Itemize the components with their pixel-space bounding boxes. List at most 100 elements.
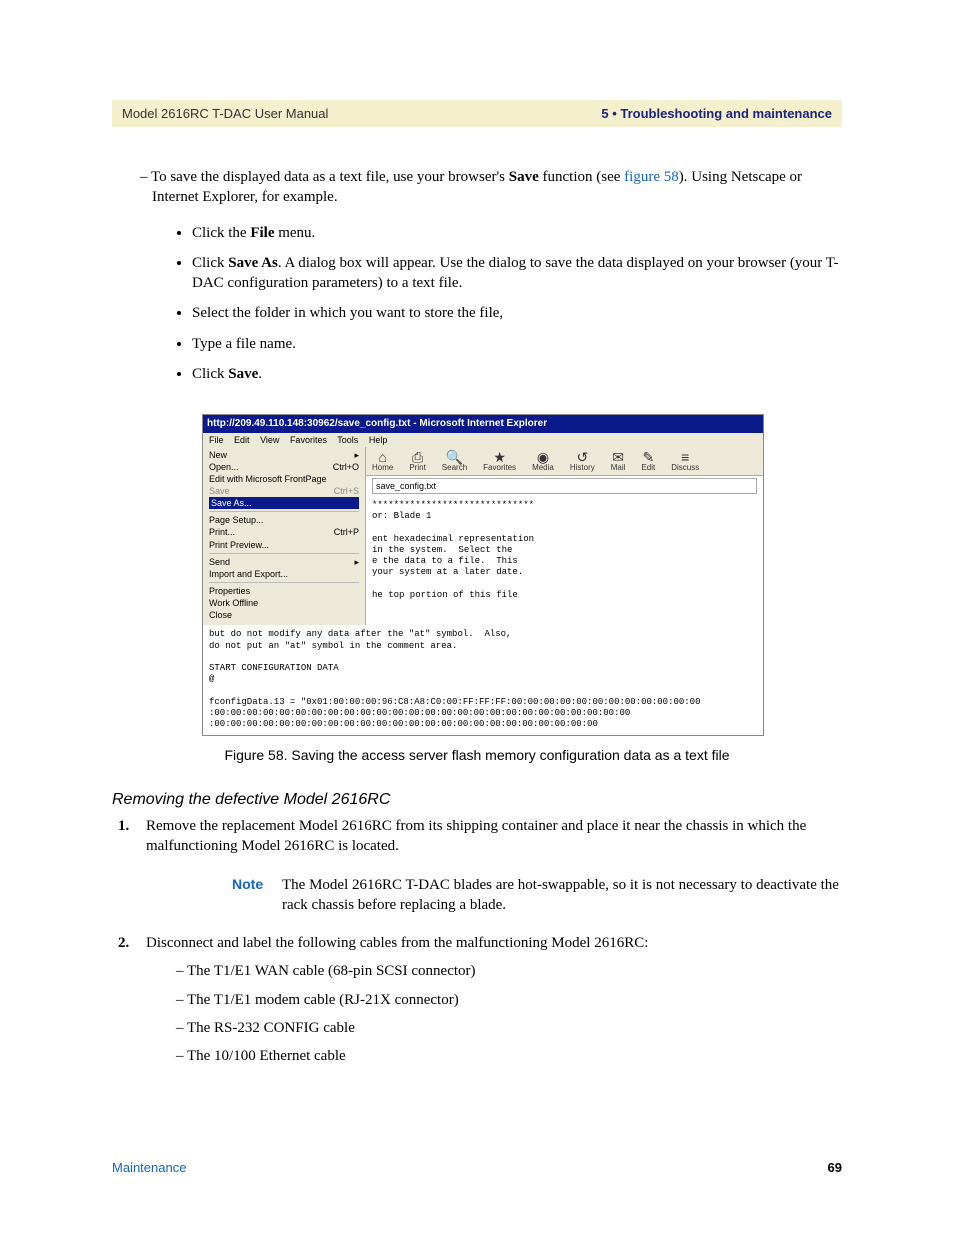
bold: File [250, 225, 274, 241]
chapter-title: 5 • Troubleshooting and maintenance [601, 106, 832, 121]
menu-item-print[interactable]: Print...Ctrl+P [209, 526, 359, 538]
text: . [258, 366, 262, 382]
label: Favorites [483, 463, 516, 472]
menu-view[interactable]: View [260, 435, 279, 445]
edit-icon: ✎ [641, 450, 655, 464]
menu-item-properties[interactable]: Properties [209, 585, 359, 597]
step-1: 1. Remove the replacement Model 2616RC f… [118, 816, 842, 857]
menu-item-save-as[interactable]: Save As... [209, 497, 359, 509]
menu-edit[interactable]: Edit [234, 435, 250, 445]
step-text: Remove the replacement Model 2616RC from… [146, 816, 842, 857]
window-title: http://209.49.110.148:30962/save_config.… [203, 415, 763, 433]
address-bar[interactable]: save_config.txt [372, 478, 757, 494]
step-text: Disconnect and label the following cable… [146, 933, 648, 953]
tool-history[interactable]: ↺History [570, 450, 595, 472]
menu-item-save[interactable]: SaveCtrl+S [209, 485, 359, 497]
numbered-list: 2. Disconnect and label the following ca… [118, 933, 842, 953]
text: function (see [539, 169, 624, 185]
mail-icon: ✉ [611, 450, 626, 464]
ie-window: http://209.49.110.148:30962/save_config.… [202, 414, 764, 736]
text: . A dialog box will appear. Use the dial… [192, 255, 839, 291]
label: Home [372, 463, 393, 472]
menu-item-edit-with[interactable]: Edit with Microsoft FrontPage [209, 473, 359, 485]
label: Mail [611, 463, 626, 472]
text: – To save the displayed data as a text f… [140, 169, 509, 185]
media-icon: ◉ [532, 450, 554, 464]
list-item: – The 10/100 Ethernet cable [176, 1046, 842, 1066]
discuss-icon: ≡ [671, 450, 699, 464]
menu-item-page-setup[interactable]: Page Setup... [209, 514, 359, 526]
step-number: 1. [118, 816, 146, 857]
file-menu-dropdown: New▸ Open...Ctrl+O Edit with Microsoft F… [203, 447, 366, 626]
list-item: – The T1/E1 WAN cable (68-pin SCSI conne… [176, 961, 842, 981]
tool-search[interactable]: 🔍Search [442, 450, 467, 472]
intro-paragraph: – To save the displayed data as a text f… [140, 167, 842, 208]
page-header: Model 2616RC T-DAC User Manual 5 • Troub… [112, 100, 842, 127]
page-footer: Maintenance 69 [112, 1160, 842, 1175]
ie-right-pane: ⌂Home ⎙Print 🔍Search ★Favorites ◉Media ↺… [366, 447, 763, 626]
print-icon: ⎙ [409, 450, 425, 464]
manual-title: Model 2616RC T-DAC User Manual [122, 106, 328, 121]
menu-favorites[interactable]: Favorites [290, 435, 327, 445]
toolbar: ⌂Home ⎙Print 🔍Search ★Favorites ◉Media ↺… [366, 447, 763, 476]
list-item: Type a file name. [192, 334, 842, 354]
search-icon: 🔍 [442, 450, 467, 464]
instruction-list: Click the File menu. Click Save As. A di… [192, 223, 842, 385]
note-text: The Model 2616RC T-DAC blades are hot-sw… [282, 875, 842, 916]
list-item: Click Save As. A dialog box will appear.… [192, 253, 842, 294]
document-text-partial: ****************************** or: Blade… [366, 496, 763, 605]
cable-list: – The T1/E1 WAN cable (68-pin SCSI conne… [176, 961, 842, 1066]
numbered-list: 1. Remove the replacement Model 2616RC f… [118, 816, 842, 857]
label: Discuss [671, 463, 699, 472]
label: Edit [641, 463, 655, 472]
menu-item-open[interactable]: Open...Ctrl+O [209, 461, 359, 473]
history-icon: ↺ [570, 450, 595, 464]
menu-item-import[interactable]: Import and Export... [209, 568, 359, 580]
menu-file[interactable]: File [209, 435, 224, 445]
list-item: – The T1/E1 modem cable (RJ-21X connecto… [176, 990, 842, 1010]
list-item: Click the File menu. [192, 223, 842, 243]
favorites-icon: ★ [483, 450, 516, 464]
subheading: Removing the defective Model 2616RC [112, 789, 842, 811]
menu-item-close[interactable]: Close [209, 609, 359, 621]
figure-link[interactable]: figure 58 [624, 169, 679, 185]
tool-home[interactable]: ⌂Home [372, 450, 393, 472]
body-content: – To save the displayed data as a text f… [112, 167, 842, 1066]
menu-item-print-preview[interactable]: Print Preview... [209, 539, 359, 551]
home-icon: ⌂ [372, 450, 393, 464]
menu-item-work-offline[interactable]: Work Offline [209, 597, 359, 609]
label: Search [442, 463, 467, 472]
step-2: 2. Disconnect and label the following ca… [118, 933, 842, 953]
figure-caption: Figure 58. Saving the access server flas… [112, 746, 842, 765]
list-item: – The RS-232 CONFIG cable [176, 1018, 842, 1038]
label: Media [532, 463, 554, 472]
figure-58: http://209.49.110.148:30962/save_config.… [202, 414, 842, 736]
text: Click the [192, 225, 250, 241]
tool-media[interactable]: ◉Media [532, 450, 554, 472]
list-item: Select the folder in which you want to s… [192, 303, 842, 323]
menu-item-new[interactable]: New▸ [209, 449, 359, 461]
tool-discuss[interactable]: ≡Discuss [671, 450, 699, 472]
label: Print [409, 463, 425, 472]
footer-section: Maintenance [112, 1160, 186, 1175]
tool-edit[interactable]: ✎Edit [641, 450, 655, 472]
label: History [570, 463, 595, 472]
text: menu. [274, 225, 315, 241]
page-number: 69 [828, 1160, 842, 1175]
menu-help[interactable]: Help [369, 435, 388, 445]
step-number: 2. [118, 933, 146, 953]
bold-save: Save [509, 169, 539, 185]
document-text-full: but do not modify any data after the "at… [203, 625, 763, 734]
note-block: Note The Model 2616RC T-DAC blades are h… [232, 875, 842, 916]
tool-favorites[interactable]: ★Favorites [483, 450, 516, 472]
menu-tools[interactable]: Tools [337, 435, 358, 445]
tool-mail[interactable]: ✉Mail [611, 450, 626, 472]
text: Click [192, 255, 228, 271]
bold: Save [228, 366, 258, 382]
menu-item-send[interactable]: Send▸ [209, 556, 359, 568]
note-label: Note [232, 875, 282, 916]
tool-print[interactable]: ⎙Print [409, 450, 425, 472]
bold: Save As [228, 255, 278, 271]
text: Click [192, 366, 228, 382]
list-item: Click Save. [192, 364, 842, 384]
